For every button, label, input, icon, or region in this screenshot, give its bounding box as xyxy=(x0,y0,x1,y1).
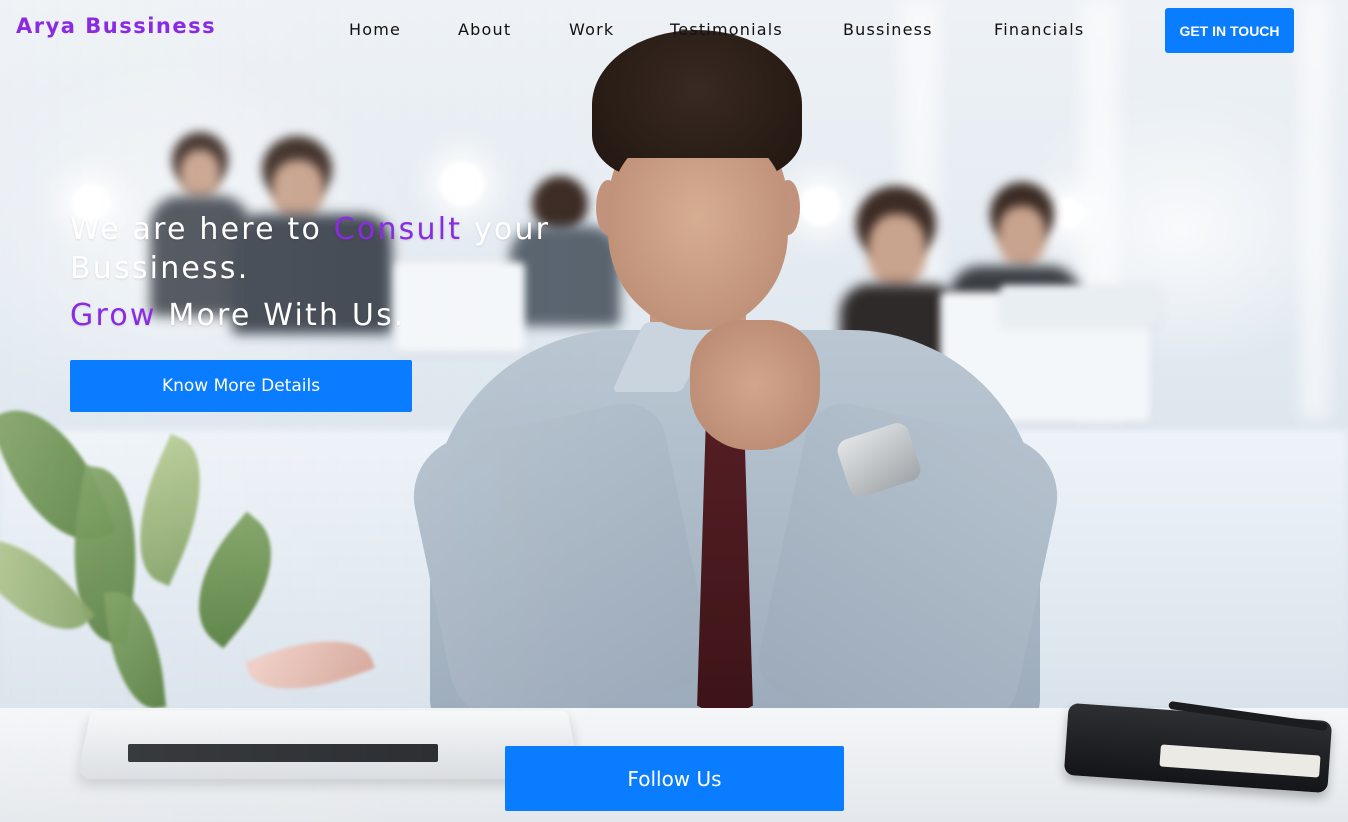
nav-item-bussiness[interactable]: Bussiness xyxy=(843,20,933,39)
main-navigation: Home About Work Testimonials Bussiness F… xyxy=(0,20,1348,44)
hero-line-consult: We are here to Consult your Bussiness. xyxy=(70,210,590,288)
know-more-details-button[interactable]: Know More Details xyxy=(70,360,412,412)
hero-line-grow: Grow More With Us. xyxy=(70,296,590,335)
get-in-touch-button[interactable]: GET IN TOUCH xyxy=(1165,8,1294,53)
nav-item-about[interactable]: About xyxy=(458,20,511,39)
nav-item-home[interactable]: Home xyxy=(349,20,401,39)
hero-headline: We are here to Consult your Bussiness. G… xyxy=(70,210,590,335)
landing-page: Arya Bussiness Home About Work Testimoni… xyxy=(0,0,1348,822)
hero-text: More With Us. xyxy=(156,298,406,333)
follow-us-button[interactable]: Follow Us xyxy=(505,746,844,811)
nav-item-work[interactable]: Work xyxy=(569,20,614,39)
hero-accent-consult: Consult xyxy=(333,212,463,247)
nav-item-financials[interactable]: Financials xyxy=(994,20,1084,39)
hero-text: We are here to xyxy=(70,212,334,247)
nav-item-testimonials[interactable]: Testimonials xyxy=(670,20,783,39)
hero-accent-grow: Grow xyxy=(70,298,157,333)
